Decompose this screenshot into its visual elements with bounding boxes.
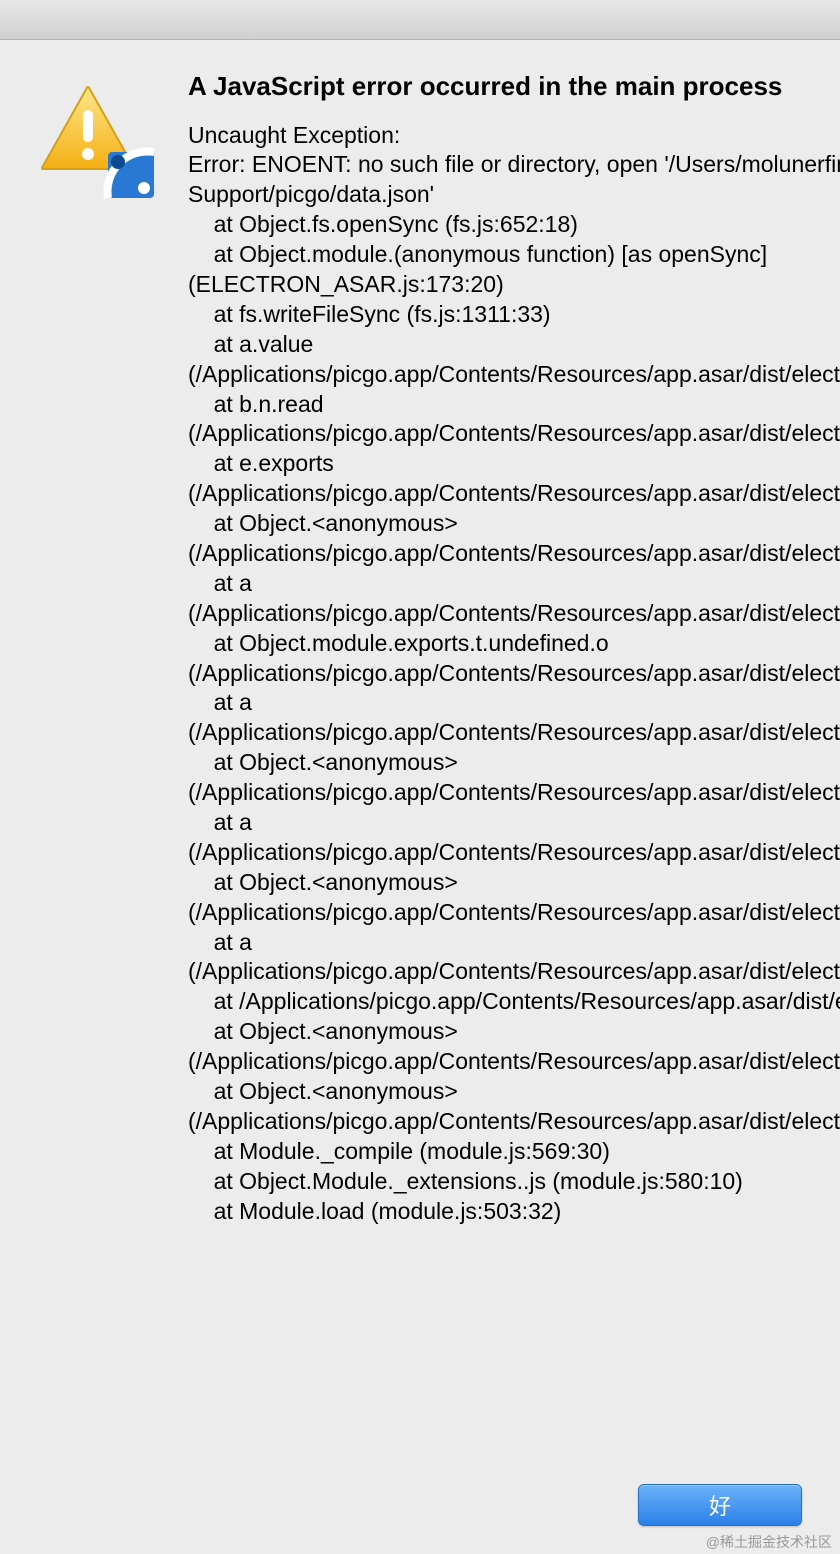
window-titlebar <box>0 0 840 40</box>
button-row: 好 <box>638 1484 802 1526</box>
watermark: @稀土掘金技术社区 <box>706 1532 832 1552</box>
icon-column <box>38 70 178 1226</box>
content-column: A JavaScript error occurred in the main … <box>178 70 840 1226</box>
dialog-message: Uncaught Exception: Error: ENOENT: no su… <box>188 121 840 1227</box>
dialog-body: A JavaScript error occurred in the main … <box>0 40 840 1226</box>
dialog-title: A JavaScript error occurred in the main … <box>188 70 840 103</box>
warning-icon <box>38 80 158 200</box>
ok-button[interactable]: 好 <box>638 1484 802 1526</box>
